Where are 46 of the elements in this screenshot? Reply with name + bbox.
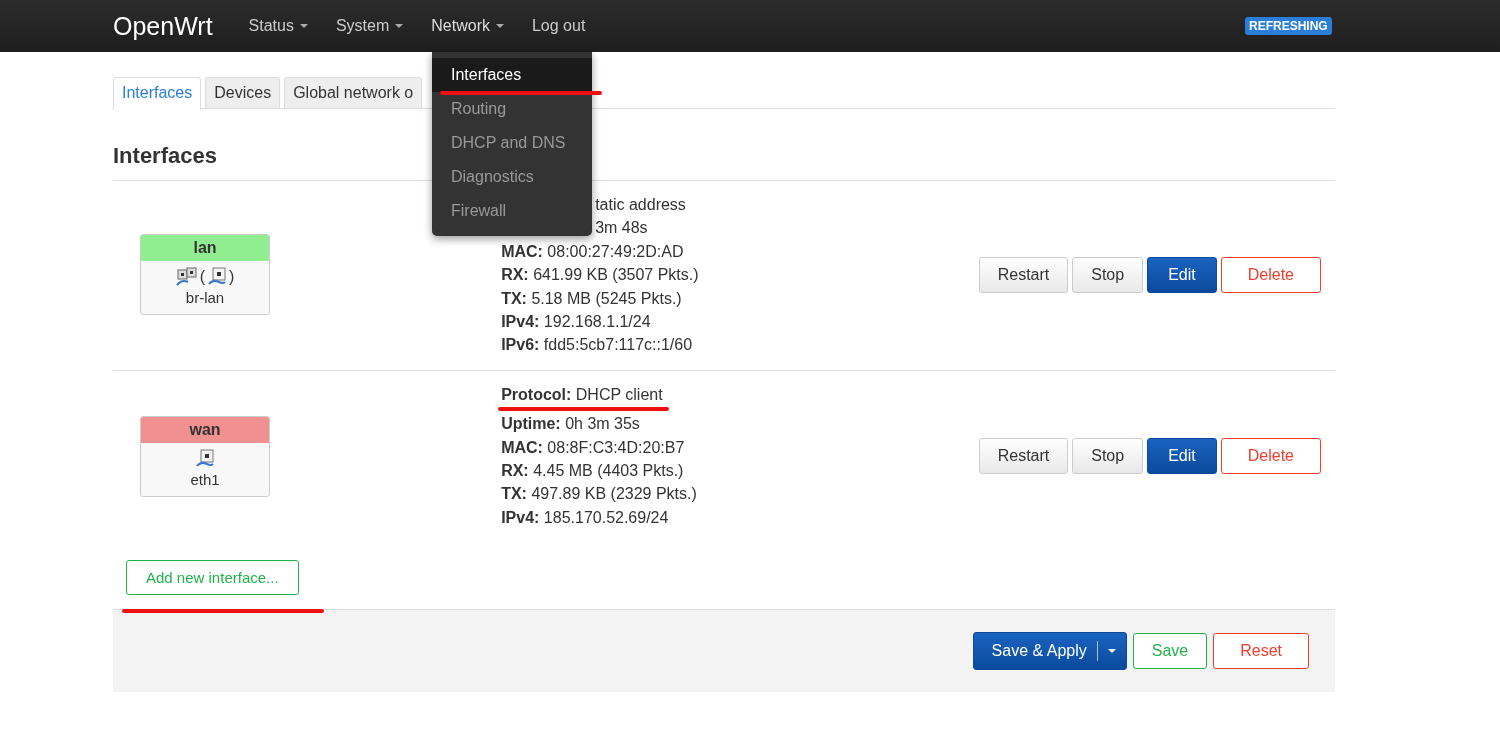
section-heading: Interfaces [113, 143, 218, 169]
dropdown-item[interactable]: Diagnostics [432, 160, 592, 194]
status-line: tatic address [595, 195, 686, 215]
tab[interactable]: Interfaces [113, 77, 202, 110]
interface-action-button[interactable]: Restart [978, 438, 1069, 475]
status-line: IPv4: 185.170.52.69/24 [501, 507, 669, 528]
dropdown-item[interactable]: Firewall [432, 194, 592, 228]
status-line: IPv4: 192.168.1.1/24 [501, 312, 651, 333]
status-line: Protocol: DHCP client [501, 384, 663, 405]
status-line: TX: 497.89 KB (2329 Pkts.) [501, 484, 697, 505]
interface-action-button[interactable]: Edit [1147, 256, 1217, 293]
dropdown-item[interactable]: DHCP and DNS [432, 126, 592, 160]
nav-menu-item[interactable]: Network [431, 17, 504, 35]
status-line: MAC: 08:8F:C3:4D:20:B7 [501, 437, 685, 458]
status-line: IPv6: fdd5:5cb7:117c::1/60 [501, 335, 693, 356]
interface-name: wan [141, 416, 269, 443]
nav-menu-item[interactable]: Status [248, 17, 308, 35]
brand-logo[interactable]: OpenWrt [113, 11, 213, 41]
dropdown-item[interactable]: Interfaces [432, 58, 592, 92]
status-line: MAC: 08:00:27:49:2D:AD [501, 241, 684, 262]
tab[interactable]: Global network o [284, 77, 423, 108]
tab[interactable]: Devices [205, 77, 281, 108]
status-line: RX: 641.99 KB (3507 Pkts.) [501, 265, 699, 286]
device-name: br-lan [184, 288, 226, 309]
device-name: eth1 [189, 469, 221, 490]
interface-action-button[interactable]: Edit [1147, 438, 1217, 475]
network-port-icon [195, 448, 215, 469]
interface-name: lan [141, 235, 269, 262]
refreshing-badge: REFRESHING [1245, 17, 1332, 35]
status-line: TX: 5.18 MB (5245 Pkts.) [501, 288, 682, 309]
nav-menu-item[interactable]: Log out [531, 17, 586, 35]
status-line: RX: 4.45 MB (4403 Pkts.) [501, 461, 684, 482]
interface-action-button[interactable]: Restart [978, 256, 1069, 293]
interface-action-button[interactable]: Delete [1220, 438, 1321, 475]
interface-action-button[interactable]: Stop [1072, 438, 1144, 475]
footer-button[interactable]: Reset [1213, 633, 1309, 670]
status-line: Uptime: 0h 3m 35s [501, 414, 640, 435]
bridge-ports-icon [175, 267, 198, 288]
status-line: 3m 48s [595, 218, 648, 239]
interface-action-button[interactable]: Delete [1220, 256, 1321, 293]
nav-menu-item[interactable]: System [335, 17, 404, 35]
save-apply-button[interactable]: Save & Apply [972, 632, 1127, 671]
bracket: ) [229, 268, 235, 287]
bracket: ( [199, 268, 205, 287]
dropdown-item[interactable]: Routing [432, 92, 592, 126]
interface-action-button[interactable]: Stop [1072, 256, 1144, 293]
